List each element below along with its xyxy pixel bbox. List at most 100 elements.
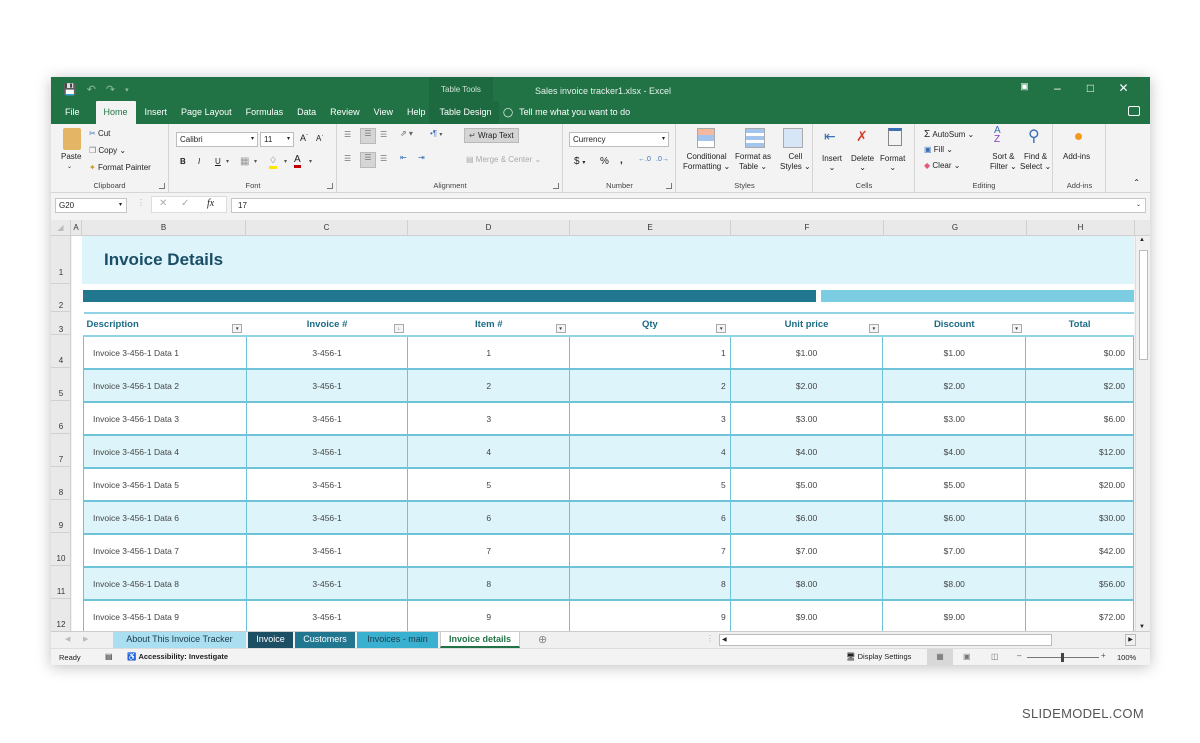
fill-color-icon[interactable]: ♢ — [269, 155, 278, 169]
page-break-view-icon[interactable]: ◫ — [991, 652, 999, 661]
filter-dropdown-icon[interactable]: ▾ — [232, 324, 243, 333]
minimize-icon[interactable]: – — [1041, 81, 1074, 95]
table-cell[interactable]: $7.00 — [729, 533, 884, 568]
maximize-icon[interactable]: □ — [1074, 81, 1107, 95]
alignment-launcher-icon[interactable] — [553, 183, 559, 189]
table-cell[interactable]: $6.00 — [882, 500, 1027, 535]
find-select-button[interactable]: Find & Select ⌄ — [1020, 152, 1051, 172]
table-cell[interactable]: $12.00 — [1025, 434, 1134, 469]
scroll-right-icon[interactable]: ▶ — [1125, 634, 1136, 646]
sort-filter-button[interactable]: Sort & Filter ⌄ — [990, 152, 1017, 172]
table-cell[interactable]: 3-456-1 — [245, 401, 409, 436]
clipboard-launcher-icon[interactable] — [159, 183, 165, 189]
underline-dropdown-icon[interactable]: ▾ — [226, 158, 229, 165]
redo-icon[interactable]: ↷ — [106, 83, 115, 96]
middle-align-icon[interactable]: ☰ — [360, 128, 376, 144]
table-cell[interactable]: 1 — [569, 335, 731, 370]
number-format-select[interactable]: Currency ▾ — [569, 132, 669, 147]
row-header-4[interactable]: 4 — [51, 335, 71, 368]
scroll-down-icon[interactable]: ▼ — [1139, 624, 1145, 630]
zoom-in-icon[interactable]: + — [1101, 651, 1106, 660]
worksheet-grid[interactable]: Invoice Details Description ▾ Invoice # ↓ It… — [72, 236, 1134, 631]
table-cell[interactable]: $2.00 — [1025, 368, 1134, 403]
cancel-icon[interactable]: ✕ — [159, 198, 167, 209]
undo-icon[interactable]: ↶ — [87, 83, 96, 96]
horizontal-scrollbar[interactable]: ◀ — [719, 634, 1052, 646]
table-cell[interactable]: 7 — [407, 533, 571, 568]
table-cell[interactable]: 3-456-1 — [245, 467, 409, 502]
format-cells-button[interactable]: Format ⌄ — [880, 154, 905, 172]
scroll-up-icon[interactable]: ▲ — [1139, 237, 1145, 243]
table-cell[interactable]: 4 — [569, 434, 731, 469]
percent-button[interactable]: % — [600, 156, 609, 167]
row-header-9[interactable]: 9 — [51, 500, 71, 533]
table-cell[interactable]: 3-456-1 — [245, 368, 409, 403]
increase-decimal-icon[interactable]: ←.0 — [638, 156, 651, 163]
display-settings-button[interactable]: 🖥 Display Settings — [846, 652, 911, 661]
align-center-icon[interactable]: ☰ — [360, 152, 376, 168]
table-cell[interactable]: 9 — [407, 599, 571, 631]
row-header-1[interactable]: 1 — [51, 236, 71, 284]
clear-button[interactable]: ◆ Clear ⌄ — [924, 161, 960, 170]
comma-button[interactable]: , — [620, 155, 623, 166]
zoom-out-icon[interactable]: – — [1017, 651, 1021, 660]
align-right-icon[interactable]: ☰ — [380, 154, 387, 163]
table-cell[interactable]: 3-456-1 — [245, 599, 409, 631]
fill-button[interactable]: ▣ Fill ⌄ — [924, 145, 953, 154]
number-launcher-icon[interactable] — [666, 183, 672, 189]
tab-page-layout[interactable]: Page Layout — [174, 101, 239, 124]
table-cell[interactable]: 3-456-1 — [245, 500, 409, 535]
select-all-corner[interactable]: ◢ — [51, 220, 71, 236]
table-cell[interactable]: $0.00 — [1025, 335, 1134, 370]
vertical-scrollbar[interactable]: ▲ ▼ — [1135, 236, 1150, 631]
table-cell[interactable]: $3.00 — [882, 401, 1027, 436]
name-box[interactable]: G20 ▾ — [55, 198, 127, 213]
table-cell[interactable]: $6.00 — [729, 500, 884, 535]
enter-icon[interactable]: ✓ — [181, 198, 189, 209]
underline-button[interactable]: U — [215, 157, 221, 166]
table-cell[interactable]: $6.00 — [1025, 401, 1134, 436]
bold-button[interactable]: B — [180, 157, 186, 166]
row-header-6[interactable]: 6 — [51, 401, 71, 434]
filter-dropdown-icon[interactable]: ▾ — [555, 324, 566, 333]
table-cell[interactable]: $2.00 — [882, 368, 1027, 403]
table-cell[interactable]: 3-456-1 — [245, 533, 409, 568]
table-cell[interactable]: $9.00 — [729, 599, 884, 631]
borders-dropdown-icon[interactable]: ▾ — [254, 158, 257, 165]
table-cell[interactable]: Invoice 3-456-1 Data 4 — [83, 434, 247, 469]
sheet-tab-invoice[interactable]: Invoice — [248, 632, 293, 648]
table-cell[interactable]: $4.00 — [729, 434, 884, 469]
bottom-align-icon[interactable]: ☰ — [380, 130, 387, 139]
row-header-8[interactable]: 8 — [51, 467, 71, 500]
table-cell[interactable]: $56.00 — [1025, 566, 1134, 601]
table-cell[interactable]: $7.00 — [882, 533, 1027, 568]
zoom-level[interactable]: 100% — [1117, 653, 1136, 662]
row-header-2[interactable]: 2 — [51, 284, 71, 312]
prev-sheet-icon[interactable]: ◀ — [65, 635, 70, 643]
tab-formulas[interactable]: Formulas — [239, 101, 291, 124]
wrap-text-button[interactable]: ↵ Wrap Text — [464, 128, 519, 143]
tab-data[interactable]: Data — [290, 101, 323, 124]
orientation-icon[interactable]: ⇗ ▾ — [400, 129, 413, 138]
save-icon[interactable]: 💾 — [63, 83, 77, 96]
table-cell[interactable]: 7 — [569, 533, 731, 568]
cell-styles-button[interactable]: Cell Styles ⌄ — [780, 152, 811, 172]
table-cell[interactable]: 1 — [407, 335, 571, 370]
tab-insert[interactable]: Insert — [138, 101, 175, 124]
ribbon-display-icon[interactable]: ▣ — [1008, 81, 1041, 95]
row-header-5[interactable]: 5 — [51, 368, 71, 401]
close-icon[interactable]: ✕ — [1107, 81, 1140, 95]
table-cell[interactable]: 3 — [407, 401, 571, 436]
filter-dropdown-icon[interactable]: ▾ — [1011, 324, 1022, 333]
table-cell[interactable]: 9 — [569, 599, 731, 631]
font-launcher-icon[interactable] — [327, 183, 333, 189]
tab-splitter-icon[interactable]: ⋮ — [706, 634, 714, 643]
table-cell[interactable]: $3.00 — [729, 401, 884, 436]
table-cell[interactable]: Invoice 3-456-1 Data 7 — [83, 533, 247, 568]
zoom-slider-thumb[interactable] — [1061, 653, 1064, 662]
vertical-scroll-thumb[interactable] — [1139, 250, 1148, 360]
insert-cells-button[interactable]: Insert ⌄ — [822, 154, 842, 172]
column-header-e[interactable]: E — [570, 220, 731, 236]
table-cell[interactable]: Invoice 3-456-1 Data 5 — [83, 467, 247, 502]
table-cell[interactable]: $1.00 — [729, 335, 884, 370]
